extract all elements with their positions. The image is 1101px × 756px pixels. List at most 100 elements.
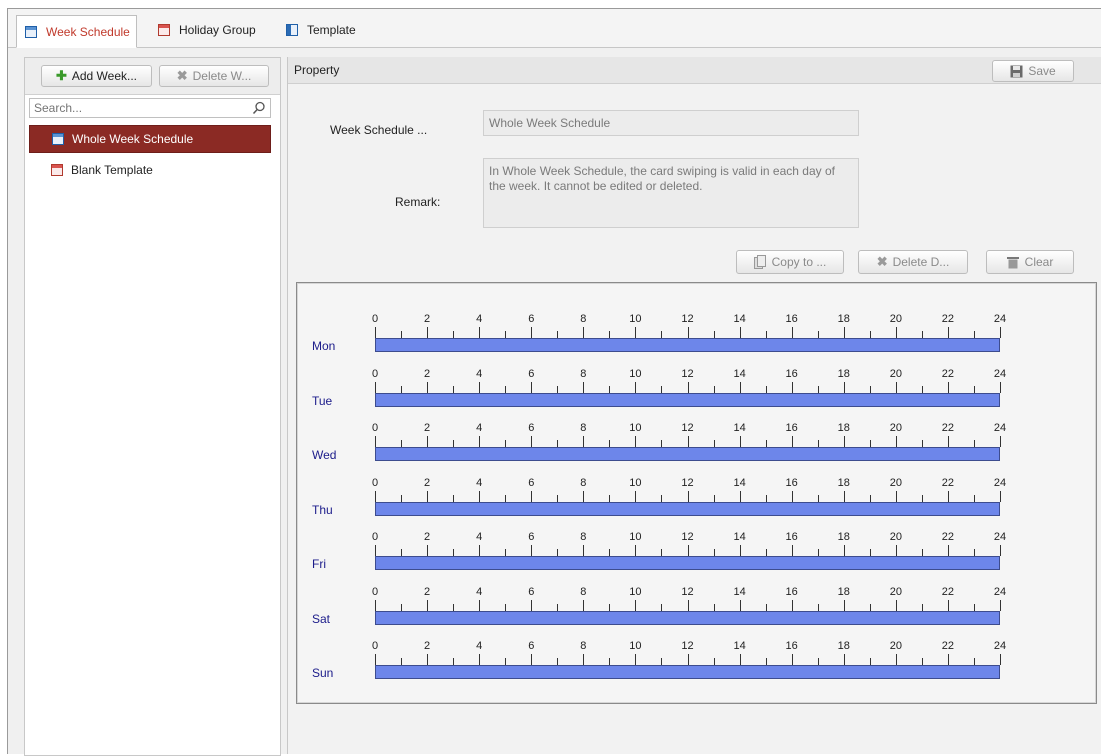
hour-tick-mark [427,381,429,393]
hour-tick-mark [505,658,507,665]
hour-tick-label: 10 [629,367,642,380]
hour-tick-mark [479,599,481,611]
hour-tick-mark [583,490,585,502]
remark-label: Remark: [395,195,441,209]
button-label: Add Week... [71,69,138,83]
hour-tick-label: 4 [476,313,483,325]
hour-tick-label: 14 [733,531,746,543]
hour-tick-mark [453,331,455,338]
hour-tick-mark [531,490,533,502]
search-input[interactable] [30,99,253,117]
save-button[interactable]: Save [992,60,1074,82]
hour-tick-label: 24 [993,313,1007,325]
delete-duration-button[interactable]: ✖ Delete D... [858,250,968,274]
hour-tick-mark [583,545,585,556]
list-item-blank-template[interactable]: Blank Template [29,156,271,184]
hour-tick-mark [505,440,507,447]
hour-tick-mark [843,436,845,447]
schedule-time-bar[interactable] [375,665,1000,679]
button-label: Save [1028,64,1056,78]
copy-to-button[interactable]: Copy to ... [736,250,844,274]
hour-tick-mark [687,490,689,502]
hour-tick-mark [453,658,455,665]
schedule-time-bar[interactable] [375,392,1000,407]
tab-holiday-group[interactable]: Holiday Group [150,15,262,45]
hour-tick-mark [817,385,819,393]
copy-icon [753,255,766,269]
remark-field[interactable]: In Whole Week Schedule, the card swiping… [483,158,859,228]
list-item-whole-week-schedule[interactable]: Whole Week Schedule [29,125,271,153]
hour-tick-label: 16 [785,313,798,325]
tab-template[interactable]: Template [278,15,362,45]
tab-week-schedule[interactable]: Week Schedule [16,15,137,48]
hour-tick-label: 2 [424,585,431,598]
hour-tick-mark [505,494,507,502]
clear-button[interactable]: Clear [986,250,1074,274]
hour-tick-mark [921,603,923,611]
hour-tick-label: 4 [476,531,483,543]
hour-tick-label: 2 [424,476,431,489]
hour-tick-mark [973,658,975,665]
hour-tick-mark [1000,545,1001,556]
hour-tick-label: 2 [424,313,431,325]
hour-tick-mark [687,545,689,556]
hour-tick-label: 12 [681,531,694,543]
hour-tick-mark [973,331,975,338]
schedule-time-bar[interactable] [375,556,1000,570]
hour-tick-mark [687,436,689,447]
day-row-sun: Sun 0 2 4 6 8 10 12 14 16 18 20 22 24 [297,640,1087,680]
search-icon[interactable] [252,101,266,115]
schedule-time-bar[interactable] [375,447,1000,461]
hour-tick-mark [947,490,949,502]
hour-tick-mark [453,494,455,502]
hour-tick-mark [739,436,741,447]
hour-tick-mark [765,331,767,338]
hour-tick-mark [635,654,637,665]
delete-week-schedule-button[interactable]: ✖ Delete W... [159,65,269,87]
calendar-icon [52,133,64,145]
hour-tick-mark [895,381,897,393]
hour-tick-label: 22 [941,367,955,380]
hour-tick-mark [1000,599,1001,611]
hour-tick-mark [609,331,611,338]
hour-tick-mark [427,654,429,665]
hour-tick-mark [713,549,715,556]
hour-tick-mark [557,549,559,556]
hour-tick-mark [531,599,533,611]
hour-tick-mark [687,654,689,665]
hour-tick-mark [375,599,376,611]
schedule-time-bar[interactable] [375,610,1000,625]
schedule-time-bar[interactable] [375,501,1000,516]
hour-tick-mark [609,603,611,611]
hour-tick-label: 6 [528,585,535,598]
hour-tick-label: 14 [733,422,746,434]
hour-tick-mark [609,658,611,665]
day-label: Sun [312,666,334,680]
schedule-time-bar[interactable] [375,338,1000,352]
hour-tick-label: 14 [733,476,746,489]
list-item-label: Blank Template [71,163,153,177]
hour-tick-label: 6 [528,313,535,325]
hour-tick-mark [713,385,715,393]
hour-tick-mark [765,658,767,665]
hour-tick-mark [635,436,637,447]
hour-tick-label: 2 [424,367,431,380]
hour-tick-label: 14 [733,367,746,380]
hour-tick-mark [713,494,715,502]
hour-tick-label: 24 [993,640,1007,652]
hour-tick-label: 4 [476,476,483,489]
list-toolbar: ✚ Add Week... ✖ Delete W... [25,58,280,95]
hour-tick-label: 12 [681,640,694,652]
schedule-name-field[interactable]: Whole Week Schedule [483,110,859,136]
hour-tick-mark [557,385,559,393]
hour-tick-mark [713,440,715,447]
hour-tick-label: 14 [733,640,746,652]
hour-tick-mark [817,603,819,611]
hour-tick-label: 0 [371,422,379,434]
hour-tick-mark [583,436,585,447]
add-week-schedule-button[interactable]: ✚ Add Week... [41,65,152,87]
hour-tick-label: 10 [629,640,642,652]
tab-bar: Week Schedule Holiday Group Template [8,9,1101,48]
day-row-sat: Sat 0 2 4 6 8 10 12 14 16 18 20 22 24 [297,586,1087,626]
hour-tick-mark [791,490,793,502]
